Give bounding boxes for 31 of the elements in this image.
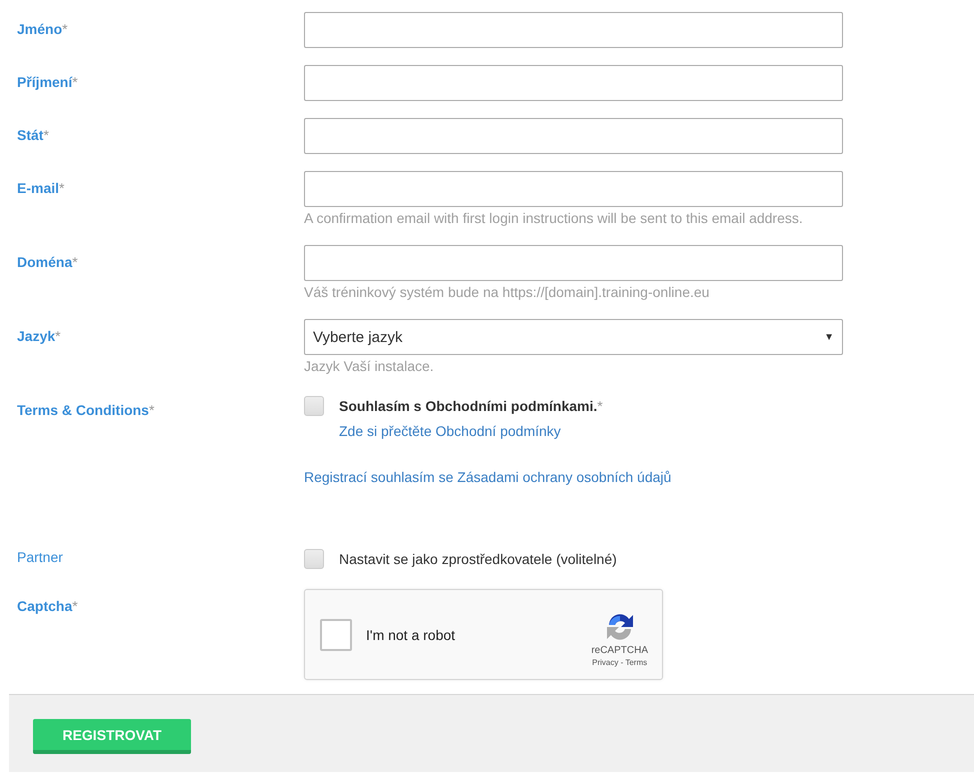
text-input[interactable]: [304, 65, 843, 101]
caret-icon: ▼: [824, 332, 834, 342]
text-input[interactable]: [304, 245, 843, 281]
text-input[interactable]: [304, 171, 843, 207]
captcha-label: I'm not a robot: [366, 626, 456, 642]
help-text: Váš tréninkový systém bude na https://[domain].training-online.eu: [304, 283, 710, 302]
field-label: Captcha*: [17, 597, 79, 614]
terms-link[interactable]: Zde si přečtěte Obchodní podmínky: [339, 423, 561, 439]
text-input[interactable]: [304, 12, 843, 48]
field-label: Partner: [17, 548, 64, 565]
field-label: E-mail*: [17, 179, 66, 196]
language-select[interactable]: Vyberte jazyk ▼: [304, 319, 843, 355]
checkbox[interactable]: [304, 549, 324, 569]
captcha-link[interactable]: Terms: [625, 658, 648, 666]
help-text: Jazyk Vaší instalace.: [304, 357, 435, 376]
checkbox-label: Souhlasím s Obchodními podmínkami.*: [339, 398, 603, 414]
field-label: Stát*: [17, 126, 50, 143]
field-label: Jméno*: [17, 20, 69, 37]
text-input[interactable]: [304, 118, 843, 154]
checkbox-label: Nastavit se jako zprostředkovatele (volitelné): [339, 551, 617, 567]
captcha-checkbox[interactable]: [320, 618, 352, 650]
captcha-link[interactable]: Privacy: [592, 658, 618, 666]
privacy-link[interactable]: Registrací souhlasím se Zásadami ochrany osobních údajů: [304, 469, 672, 485]
captcha-brand: reCAPTCHA: [591, 644, 648, 656]
checkbox[interactable]: [304, 396, 324, 416]
field-label: Příjmení*: [17, 73, 79, 90]
field-label: Terms & Conditions*: [17, 401, 156, 418]
field-label: Jazyk*: [17, 327, 62, 344]
link-separator: -: [620, 658, 624, 666]
field-label: Doména*: [17, 253, 79, 270]
help-text: A confirmation email with first login instructions will be sent to this email address.: [304, 209, 804, 228]
